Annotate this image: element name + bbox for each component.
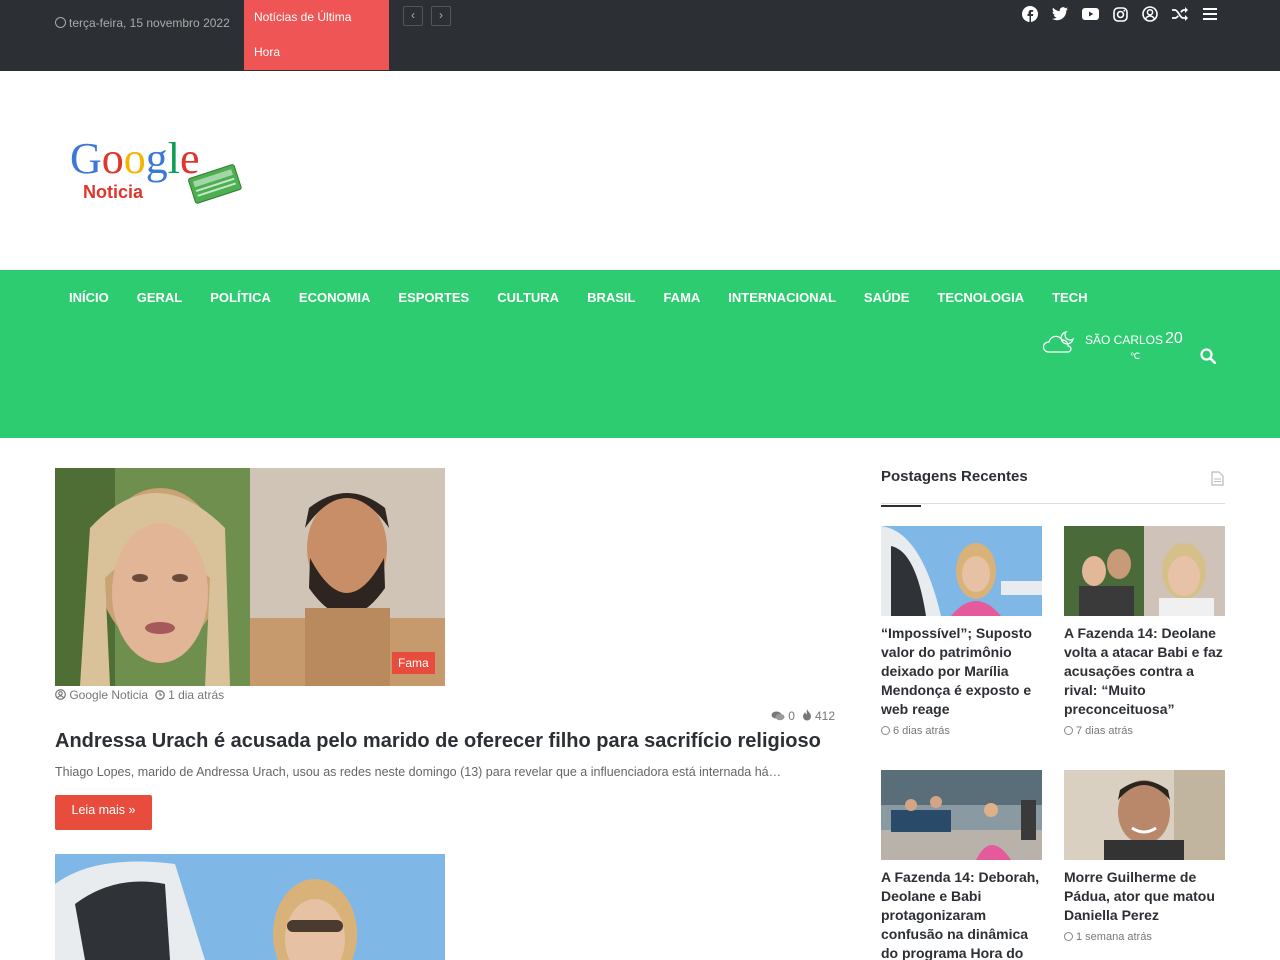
document-icon [1211,471,1224,486]
svg-text:Noticia: Noticia [83,182,144,202]
recent-post-thumbnail[interactable] [881,770,1042,860]
nav-item-geral[interactable]: GERAL [123,284,197,312]
nav-item-esportes[interactable]: ESPORTES [384,284,483,312]
post-title[interactable]: Andressa Urach é acusada pelo marido de … [55,730,845,753]
recent-post-thumbnail[interactable] [1064,770,1225,860]
recent-post-card[interactable]: A Fazenda 14: Deolane volta a atacar Bab… [1064,526,1225,737]
post-thumbnail-2[interactable] [55,854,445,960]
weather-temp: 20 [1165,330,1183,347]
recent-post-thumbnail[interactable] [1064,526,1225,616]
nav-item-brasil[interactable]: BRASIL [573,284,649,312]
recent-post-time: 1 semana atrás [1064,931,1225,943]
comment-count[interactable]: 0 [788,709,795,723]
post-excerpt: Thiago Lopes, marido de Andressa Urach, … [55,765,782,779]
facebook-icon[interactable] [1020,4,1040,24]
recent-post-card[interactable]: “Impossível”; Suposto valor do patrimôni… [881,526,1042,737]
clock-icon [1064,726,1073,735]
social-links [1020,4,1220,24]
nav-item-fama[interactable]: FAMA [649,284,714,312]
nav-item-saude[interactable]: SAÚDE [850,284,924,312]
nav-menu: INÍCIO GERAL POLÍTICA ECONOMIA ESPORTES … [55,284,1101,312]
recent-post-title[interactable]: “Impossível”; Suposto valor do patrimôni… [881,624,1042,719]
date-display: terça-feira, 15 novembro 2022 [55,6,235,41]
twitter-icon[interactable] [1050,4,1070,24]
instagram-icon[interactable] [1110,4,1130,24]
recent-post-title[interactable]: A Fazenda 14: Deborah, Deolane e Babi pr… [881,868,1042,960]
post-author[interactable]: Google Noticia [69,688,148,702]
clock-icon [154,690,165,700]
clock-icon [881,726,890,735]
nav-item-tech[interactable]: TECH [1038,284,1101,312]
weather-widget: SÃO CARLOS 20 ℃ [1040,328,1190,368]
nav-item-politica[interactable]: POLÍTICA [196,284,285,312]
weather-city: SÃO CARLOS [1085,333,1164,347]
svg-text:Google: Google [70,134,200,183]
site-header: Google Noticia [0,71,1280,270]
nav-item-economia[interactable]: ECONOMIA [285,284,385,312]
nav-item-cultura[interactable]: CULTURA [483,284,573,312]
youtube-icon[interactable] [1080,4,1100,24]
menu-icon[interactable] [1200,4,1220,24]
nav-item-tecnologia[interactable]: TECNOLOGIA [923,284,1038,312]
post-thumbnail[interactable] [55,468,445,686]
user-circle-icon [55,689,66,700]
fire-icon [802,709,811,721]
widget-divider [881,503,1225,504]
site-logo[interactable]: Google Noticia [70,131,245,216]
post-meta: Google Noticia 1 dia atrás [55,688,224,702]
widget-title: Postagens Recentes [881,468,1028,485]
user-icon[interactable] [1140,4,1160,24]
recent-post-time-text: 7 dias atrás [1076,725,1133,737]
top-bar: terça-feira, 15 novembro 2022 Notícias d… [0,0,1280,71]
main-content: Fama Google Noticia 1 dia atrás 0 412 An… [0,438,1280,960]
nav-item-internacional[interactable]: INTERNACIONAL [714,284,850,312]
main-navigation: INÍCIO GERAL POLÍTICA ECONOMIA ESPORTES … [0,270,1280,438]
post-time: 1 dia atrás [168,688,225,702]
recent-post-time-text: 1 semana atrás [1076,931,1152,943]
recent-post-time: 7 dias atrás [1064,725,1225,737]
cloud-moon-icon [1042,331,1074,353]
recent-post-card[interactable]: Morre Guilherme de Pádua, ator que matou… [1064,770,1225,943]
breaking-next-button[interactable]: › [431,6,451,26]
breaking-news-label: Notícias de Última Hora [244,0,389,70]
recent-post-thumbnail[interactable] [881,526,1042,616]
read-more-button[interactable]: Leia mais » [55,795,152,830]
recent-post-time: 6 dias atrás [881,725,1042,737]
post-stats: 0 412 [771,709,835,723]
clock-icon [1064,932,1073,941]
category-badge[interactable]: Fama [392,652,435,674]
recent-post-time-text: 6 dias atrás [893,725,950,737]
weather-unit: ℃ [1130,351,1141,361]
clock-icon [55,17,66,28]
recent-post-title[interactable]: Morre Guilherme de Pádua, ator que matou… [1064,868,1225,925]
recent-post-card[interactable]: A Fazenda 14: Deborah, Deolane e Babi pr… [881,770,1042,960]
search-icon[interactable] [1200,348,1220,368]
recent-post-title[interactable]: A Fazenda 14: Deolane volta a atacar Bab… [1064,624,1225,719]
random-icon[interactable] [1170,4,1190,24]
nav-item-inicio[interactable]: INÍCIO [55,284,123,312]
breaking-prev-button[interactable]: ‹ [403,6,423,26]
view-count: 412 [814,709,835,723]
date-text: terça-feira, 15 novembro 2022 [69,16,230,30]
comments-icon [771,711,785,721]
widget-divider-accent [881,505,921,507]
